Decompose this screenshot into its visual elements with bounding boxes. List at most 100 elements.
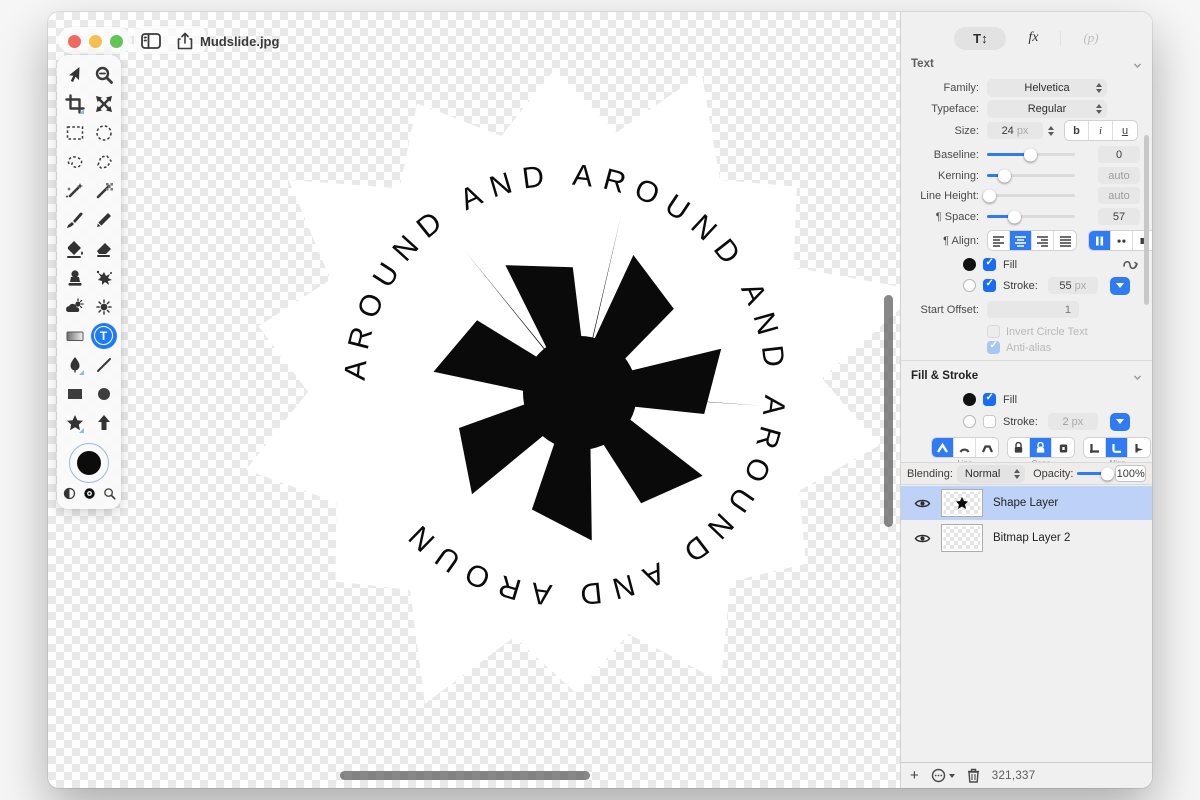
layer-visibility-icon[interactable] bbox=[914, 533, 931, 544]
zoom-tool[interactable] bbox=[89, 60, 118, 89]
cap-square-button[interactable] bbox=[1052, 438, 1074, 457]
canvas-horizontal-scrollbar[interactable] bbox=[340, 771, 590, 780]
family-dropdown[interactable]: Helvetica bbox=[987, 79, 1107, 97]
line-tool[interactable] bbox=[89, 350, 118, 379]
space-value[interactable]: 57 bbox=[1098, 208, 1140, 225]
blending-dropdown[interactable]: Normal bbox=[957, 465, 1025, 483]
rect-select-tool[interactable] bbox=[60, 118, 89, 147]
circle-text-icon[interactable] bbox=[1122, 257, 1139, 272]
canvas-vertical-scrollbar[interactable] bbox=[884, 295, 893, 527]
text-fill-color-well[interactable] bbox=[963, 258, 976, 271]
text-stroke-color-well[interactable] bbox=[963, 279, 976, 292]
text-fill-checkbox[interactable] bbox=[983, 258, 996, 271]
instant-alpha-tool[interactable] bbox=[89, 176, 118, 205]
arrow-shape-tool[interactable] bbox=[89, 408, 118, 437]
antialias-checkbox[interactable] bbox=[987, 341, 1000, 354]
cap-round-button[interactable] bbox=[1030, 438, 1052, 457]
close-button[interactable] bbox=[68, 35, 81, 48]
typeface-dropdown[interactable]: Regular bbox=[987, 100, 1107, 118]
lasso-tool[interactable] bbox=[60, 147, 89, 176]
text-section-chevron-icon[interactable] bbox=[1133, 61, 1142, 70]
pen-tool[interactable] bbox=[60, 350, 89, 379]
panel-scrollbar[interactable] bbox=[1144, 135, 1149, 305]
opacity-value[interactable]: 100% bbox=[1115, 465, 1146, 482]
kerning-slider[interactable] bbox=[987, 174, 1075, 177]
flow-dots-button[interactable] bbox=[1111, 231, 1133, 250]
text-stroke-checkbox[interactable] bbox=[983, 279, 996, 292]
shape-stroke-width-dropdown[interactable] bbox=[1110, 413, 1130, 431]
ellipse-select-tool[interactable] bbox=[89, 118, 118, 147]
line-height-value[interactable]: auto bbox=[1098, 187, 1140, 204]
splatter-tool[interactable] bbox=[89, 263, 118, 292]
layer-row-shape[interactable]: Shape Layer bbox=[901, 486, 1152, 520]
align-left-button[interactable] bbox=[988, 231, 1010, 250]
stroke-align-center-button[interactable] bbox=[1106, 438, 1128, 457]
text-stroke-width-dropdown[interactable] bbox=[1110, 277, 1130, 295]
pencil-tool[interactable] bbox=[89, 205, 118, 234]
sidebar-toggle-button[interactable] bbox=[136, 28, 166, 54]
flow-blocks-button[interactable] bbox=[1133, 231, 1152, 250]
line-height-slider[interactable] bbox=[987, 194, 1075, 197]
shape-fill-color-well[interactable] bbox=[963, 393, 976, 406]
eraser-tool[interactable] bbox=[89, 234, 118, 263]
polygon-lasso-tool[interactable] bbox=[89, 147, 118, 176]
dodge-tool[interactable] bbox=[60, 292, 89, 321]
join-round-button[interactable] bbox=[954, 438, 976, 457]
layer-action-menu-button[interactable] bbox=[931, 768, 955, 783]
align-justify-button[interactable] bbox=[1054, 231, 1076, 250]
minimize-button[interactable] bbox=[89, 35, 102, 48]
burn-tool[interactable] bbox=[89, 292, 118, 321]
underline-button[interactable]: u bbox=[1113, 121, 1137, 140]
layer-row-bitmap[interactable]: Bitmap Layer 2 bbox=[901, 521, 1152, 555]
space-slider[interactable] bbox=[987, 215, 1075, 218]
add-layer-button[interactable]: + bbox=[910, 768, 919, 783]
rectangle-shape-tool[interactable] bbox=[60, 379, 89, 408]
color-well[interactable] bbox=[69, 443, 109, 483]
canvas[interactable]: AROUND AND AROUND AND AROUND AND AROUN bbox=[48, 12, 900, 788]
tab-effects[interactable]: fx bbox=[1028, 30, 1038, 46]
flood-fill-tool[interactable] bbox=[60, 234, 89, 263]
swap-colors-icon[interactable] bbox=[63, 487, 76, 500]
baseline-slider[interactable] bbox=[987, 153, 1075, 156]
tab-paragraph[interactable]: (p) bbox=[1083, 30, 1098, 46]
clone-stamp-tool[interactable] bbox=[60, 263, 89, 292]
size-field[interactable]: 24 px bbox=[987, 122, 1043, 139]
delete-layer-icon[interactable] bbox=[967, 768, 980, 783]
text-tool[interactable]: T bbox=[89, 321, 118, 350]
ellipse-shape-tool[interactable] bbox=[89, 379, 118, 408]
brush-tool[interactable] bbox=[60, 205, 89, 234]
size-stepper[interactable] bbox=[1048, 126, 1054, 136]
shape-stroke-width-field[interactable]: 2 px bbox=[1048, 413, 1098, 430]
invert-circle-text-checkbox[interactable] bbox=[987, 325, 1000, 338]
loupe-icon[interactable] bbox=[103, 487, 116, 500]
italic-button[interactable]: i bbox=[1089, 121, 1113, 140]
bold-button[interactable]: b bbox=[1065, 121, 1089, 140]
secondary-color-icon[interactable] bbox=[83, 487, 96, 500]
fill-stroke-chevron-icon[interactable] bbox=[1133, 373, 1142, 382]
tab-text-tool[interactable]: T↕ bbox=[954, 27, 1006, 50]
zoom-window-button[interactable] bbox=[110, 35, 123, 48]
stroke-align-outside-button[interactable] bbox=[1128, 438, 1150, 457]
shape-stroke-color-well[interactable] bbox=[963, 415, 976, 428]
align-center-button[interactable] bbox=[1010, 231, 1032, 250]
gradient-tool[interactable] bbox=[60, 321, 89, 350]
pointer-tool[interactable] bbox=[60, 60, 89, 89]
stroke-align-inside-button[interactable] bbox=[1084, 438, 1106, 457]
crop-tool[interactable] bbox=[60, 89, 89, 118]
join-miter-button[interactable] bbox=[932, 438, 954, 457]
kerning-value[interactable]: auto bbox=[1098, 167, 1140, 184]
flow-vertical-button[interactable] bbox=[1089, 231, 1111, 250]
magic-wand-tool[interactable] bbox=[60, 176, 89, 205]
baseline-value[interactable]: 0 bbox=[1098, 146, 1140, 163]
transform-tool[interactable] bbox=[89, 89, 118, 118]
shape-stroke-checkbox[interactable] bbox=[983, 415, 996, 428]
share-button[interactable] bbox=[170, 28, 200, 54]
shape-fill-checkbox[interactable] bbox=[983, 393, 996, 406]
align-right-button[interactable] bbox=[1032, 231, 1054, 250]
start-offset-field[interactable]: 1 bbox=[987, 301, 1079, 318]
join-bevel-button[interactable] bbox=[976, 438, 998, 457]
star-shape-tool[interactable] bbox=[60, 408, 89, 437]
opacity-slider[interactable] bbox=[1077, 472, 1111, 475]
layer-visibility-icon[interactable] bbox=[914, 498, 931, 509]
cap-butt-button[interactable] bbox=[1008, 438, 1030, 457]
